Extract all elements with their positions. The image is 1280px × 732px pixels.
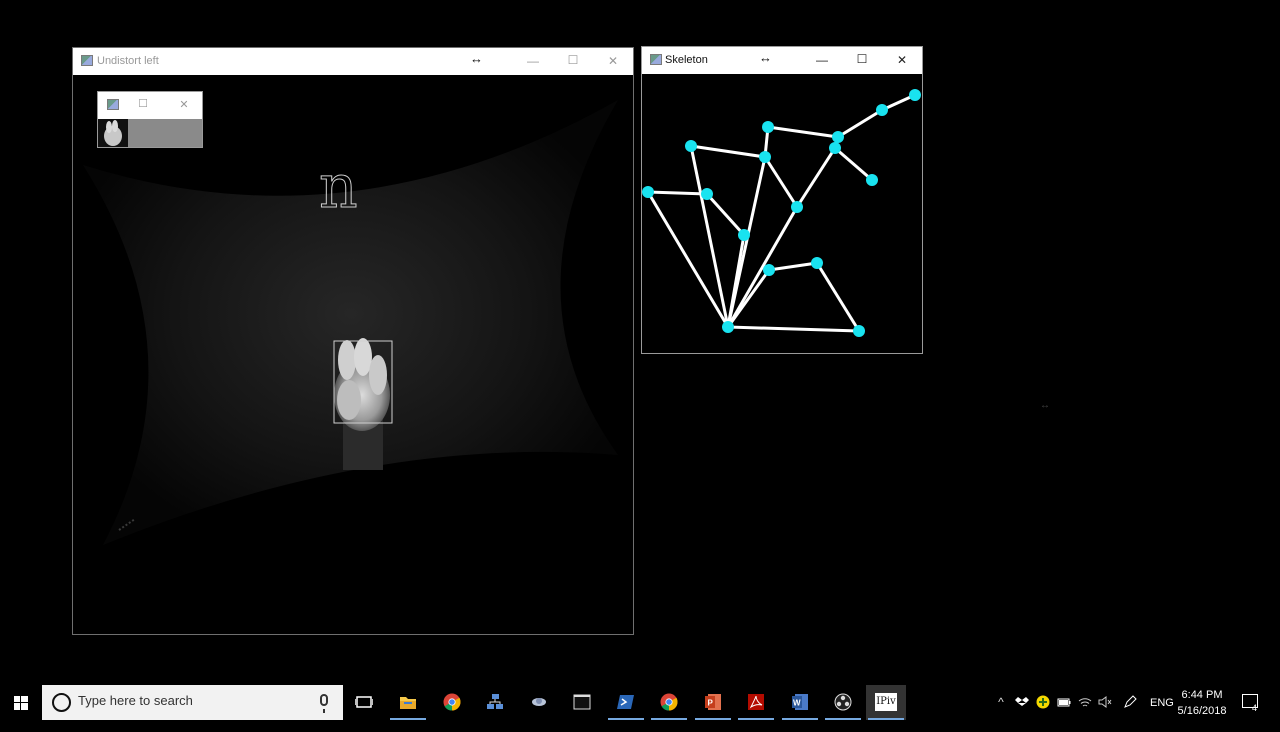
undistort-title-bar[interactable]: Undistort left ↔ — ☐ ✕ [73, 48, 633, 75]
hand-thumbnail [98, 119, 128, 147]
thumbnail-image [98, 119, 202, 147]
undistort-image: n [73, 75, 633, 634]
window-title: Skeleton [665, 54, 708, 66]
pen-icon[interactable] [1123, 695, 1137, 709]
skeleton-window: Skeleton ↔ — ☐ ✕ [641, 46, 923, 354]
acrobat-icon [748, 694, 764, 710]
chrome-icon [443, 693, 461, 711]
search-box[interactable] [42, 685, 343, 720]
ipiv-icon: IPiv [875, 693, 897, 711]
window-title: Undistort left [97, 55, 159, 67]
file-explorer-button[interactable] [388, 685, 428, 720]
obs-icon [834, 693, 852, 711]
powerpoint-icon: P [705, 694, 721, 710]
chrome-button[interactable] [432, 685, 472, 720]
add-circle-icon[interactable] [1036, 695, 1050, 709]
svg-text:W: W [793, 699, 801, 708]
word-icon: W [792, 694, 808, 710]
move-arrows-icon[interactable]: ↔ [759, 50, 772, 65]
svg-text:P: P [708, 699, 714, 708]
acrobat-button[interactable] [736, 685, 776, 720]
powershell-button[interactable] [606, 685, 646, 720]
windows-logo-icon [14, 696, 28, 710]
minimize-button[interactable]: — [513, 54, 553, 68]
battery-icon[interactable] [1057, 695, 1071, 709]
skeleton-title-bar[interactable]: Skeleton ↔ — ☐ ✕ [642, 47, 922, 74]
app-icon [81, 55, 93, 66]
wifi-icon[interactable] [1078, 695, 1092, 709]
app-icon [650, 54, 662, 65]
obs-button[interactable] [823, 685, 863, 720]
start-button[interactable] [0, 685, 42, 720]
thumbnail-title-bar[interactable]: ☐ ✕ [98, 92, 202, 119]
powerpoint-button[interactable]: P [693, 685, 733, 720]
ipiv-label: IPiv [876, 696, 896, 707]
microphone-icon[interactable] [320, 694, 328, 713]
app-icon [107, 99, 119, 110]
maximize-button[interactable]: ☐ [123, 97, 163, 110]
resize-cursor-icon: ↔ [1040, 400, 1050, 411]
word-button[interactable]: W [780, 685, 820, 720]
close-button[interactable]: ✕ [164, 98, 204, 111]
maximize-button[interactable]: ☐ [553, 53, 593, 67]
cortana-icon [52, 693, 71, 712]
task-view-button[interactable] [344, 685, 384, 720]
network-tool-button[interactable] [475, 685, 515, 720]
satellite-icon [532, 698, 546, 706]
undistorted-camera-frame: n [73, 75, 633, 634]
overlay-letter: n [319, 152, 358, 222]
chrome-second-button[interactable] [649, 685, 689, 720]
task-view-icon [355, 696, 373, 708]
search-input[interactable] [78, 693, 308, 708]
close-button[interactable]: ✕ [593, 54, 633, 68]
notification-count: 4 [1252, 703, 1258, 713]
minimize-button[interactable]: — [802, 53, 842, 67]
powershell-icon [617, 695, 634, 709]
ipiv-button[interactable]: IPiv [866, 685, 906, 720]
clock[interactable]: 6:44 PM 5/16/2018 [1170, 687, 1234, 719]
terminal-button[interactable] [562, 685, 602, 720]
clock-time: 6:44 PM [1181, 689, 1223, 701]
clock-date: 5/16/2018 [1177, 705, 1227, 717]
close-button[interactable]: ✕ [882, 53, 922, 67]
volume-muted-icon[interactable] [1098, 695, 1112, 709]
network-icon [487, 694, 503, 709]
terminal-icon [573, 694, 591, 710]
show-hidden-icons-button[interactable]: ^ [994, 695, 1008, 709]
chrome-icon [660, 693, 678, 711]
folder-icon [400, 697, 416, 709]
satellite-app-button[interactable] [519, 685, 559, 720]
dropbox-icon[interactable] [1015, 695, 1029, 709]
thumbnail-window: ☐ ✕ [97, 91, 203, 148]
taskbar: P W IPiv ^ ENG 6:44 PM 5/16/2018 4 [0, 685, 1280, 720]
maximize-button[interactable]: ☐ [842, 52, 882, 66]
move-arrows-icon[interactable]: ↔ [470, 51, 483, 66]
